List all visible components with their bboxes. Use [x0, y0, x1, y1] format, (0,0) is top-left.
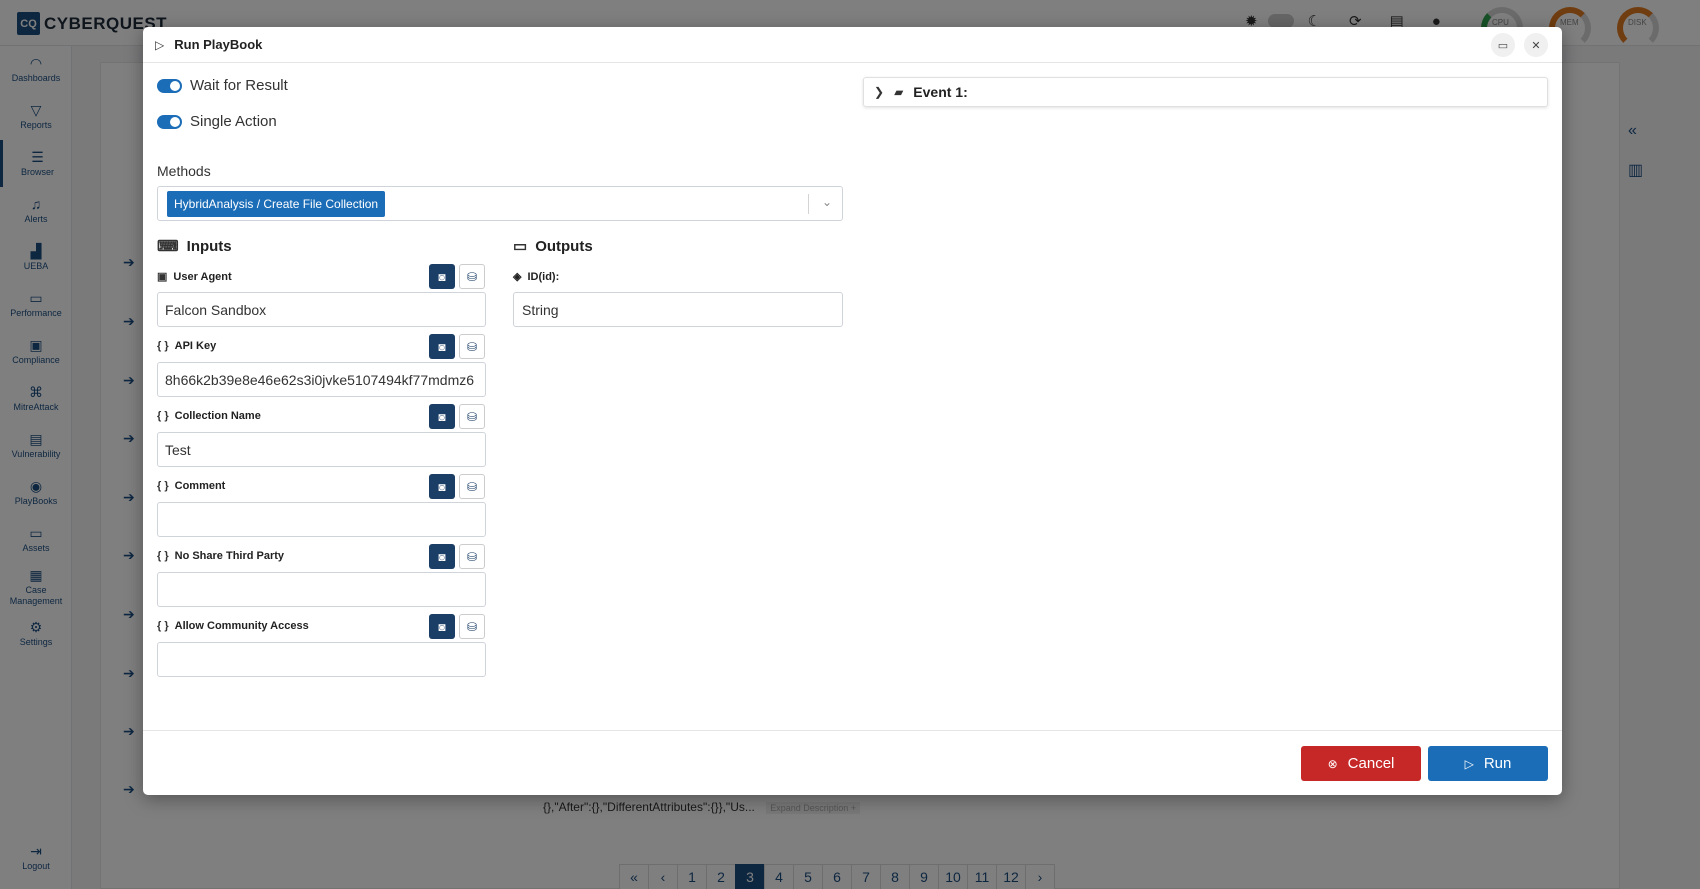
variable-button[interactable]: ⛁	[459, 544, 485, 569]
single-action-toggle[interactable]	[157, 114, 182, 129]
output-id-type: String	[513, 292, 843, 327]
collection-name-label: { } Collection Name	[157, 410, 261, 422]
cancel-button[interactable]: ⊗ Cancel	[1301, 746, 1421, 781]
field-label-text: API Key	[174, 340, 217, 352]
snapshot-button[interactable]: ◙	[429, 264, 455, 289]
play-icon: ▷	[155, 37, 165, 52]
snapshot-button[interactable]: ◙	[429, 404, 455, 429]
close-button[interactable]: ✕	[1524, 33, 1548, 57]
camera-icon: ◙	[438, 339, 446, 354]
comment-label: { } Comment	[157, 480, 225, 492]
variable-button[interactable]: ⛁	[459, 264, 485, 289]
variable-button[interactable]: ⛁	[459, 474, 485, 499]
collection-name-input[interactable]	[157, 432, 486, 467]
no-share-third-party-label: { } No Share Third Party	[157, 550, 284, 562]
snapshot-button[interactable]: ◙	[429, 544, 455, 569]
maximize-icon: ▭	[1497, 39, 1509, 52]
modal-title: Run PlayBook	[174, 37, 263, 52]
select-separator	[808, 194, 809, 214]
api-key-label: { } API Key	[157, 340, 216, 352]
camera-icon: ◙	[438, 479, 446, 494]
braces-icon: { }	[157, 480, 169, 492]
database-icon: ⛁	[466, 479, 478, 494]
methods-select[interactable]: HybridAnalysis / Create File Collection …	[157, 186, 843, 221]
no-share-third-party-input[interactable]	[157, 572, 486, 607]
database-icon: ⛁	[466, 409, 478, 424]
single-action-row: Single Action	[157, 113, 277, 130]
run-button[interactable]: ▷ Run	[1428, 746, 1548, 781]
close-icon: ✕	[1531, 39, 1541, 52]
inputs-heading-text: Inputs	[186, 237, 232, 255]
inputs-heading: ⌨ Inputs	[157, 237, 232, 256]
outputs-heading: ▭ Outputs	[513, 237, 593, 256]
variable-button[interactable]: ⛁	[459, 404, 485, 429]
field-label-text: ID(id):	[527, 270, 560, 283]
output-id-label: ◈ ID(id):	[513, 270, 560, 284]
output-type-value: String	[522, 301, 559, 318]
user-agent-label: ▣ User Agent	[157, 270, 232, 284]
database-icon: ⛁	[466, 339, 478, 354]
wait-for-result-row: Wait for Result	[157, 77, 288, 94]
maximize-button[interactable]: ▭	[1491, 33, 1515, 57]
run-playbook-modal: ▷ Run PlayBook ▭ ✕ Wait for Result Singl…	[143, 27, 1562, 795]
braces-icon: { }	[157, 410, 169, 422]
wait-for-result-label: Wait for Result	[190, 77, 288, 94]
cube-icon: ◈	[513, 271, 522, 283]
selected-method-tag[interactable]: HybridAnalysis / Create File Collection	[167, 191, 386, 217]
braces-icon: { }	[157, 620, 169, 632]
field-label-text: User Agent	[173, 270, 232, 283]
folder-icon: ▰	[894, 85, 904, 99]
chevron-right-icon[interactable]: ❯	[874, 85, 884, 99]
camera-icon: ◙	[438, 269, 446, 284]
run-label: Run	[1483, 755, 1512, 772]
database-icon: ⛁	[466, 269, 478, 284]
field-label-text: Allow Community Access	[174, 620, 309, 632]
modal-header: ▷ Run PlayBook ▭ ✕	[143, 27, 1562, 63]
keyboard-icon: ⌨	[157, 238, 179, 255]
api-key-input[interactable]	[157, 362, 486, 397]
braces-icon: { }	[157, 550, 169, 562]
camera-icon: ◙	[438, 409, 446, 424]
play-icon: ▷	[1464, 756, 1474, 771]
variable-button[interactable]: ⛁	[459, 614, 485, 639]
database-icon: ⛁	[466, 619, 478, 634]
user-agent-input[interactable]	[157, 292, 486, 327]
camera-icon: ◙	[438, 619, 446, 634]
comment-input[interactable]	[157, 502, 486, 537]
field-label-text: No Share Third Party	[174, 550, 285, 562]
allow-community-access-label: { } Allow Community Access	[157, 620, 309, 632]
single-action-label: Single Action	[190, 113, 277, 130]
wait-for-result-toggle[interactable]	[157, 78, 182, 93]
chevron-down-icon[interactable]: ⌄	[822, 195, 832, 209]
monitor-icon: ▭	[513, 238, 528, 255]
methods-label: Methods	[157, 163, 211, 179]
snapshot-button[interactable]: ◙	[429, 474, 455, 499]
camera-icon: ◙	[438, 549, 446, 564]
id-card-icon: ▣	[157, 271, 168, 283]
event-panel[interactable]: ❯ ▰ Event 1:	[863, 77, 1548, 107]
database-icon: ⛁	[466, 549, 478, 564]
cancel-circle-icon: ⊗	[1327, 756, 1338, 771]
field-label-text: Collection Name	[174, 410, 261, 422]
snapshot-button[interactable]: ◙	[429, 334, 455, 359]
allow-community-access-input[interactable]	[157, 642, 486, 677]
variable-button[interactable]: ⛁	[459, 334, 485, 359]
outputs-heading-text: Outputs	[535, 237, 593, 255]
snapshot-button[interactable]: ◙	[429, 614, 455, 639]
event-title: Event 1:	[913, 84, 968, 100]
cancel-label: Cancel	[1347, 755, 1395, 772]
field-label-text: Comment	[174, 480, 226, 492]
braces-icon: { }	[157, 340, 169, 352]
footer-divider	[143, 730, 1562, 731]
